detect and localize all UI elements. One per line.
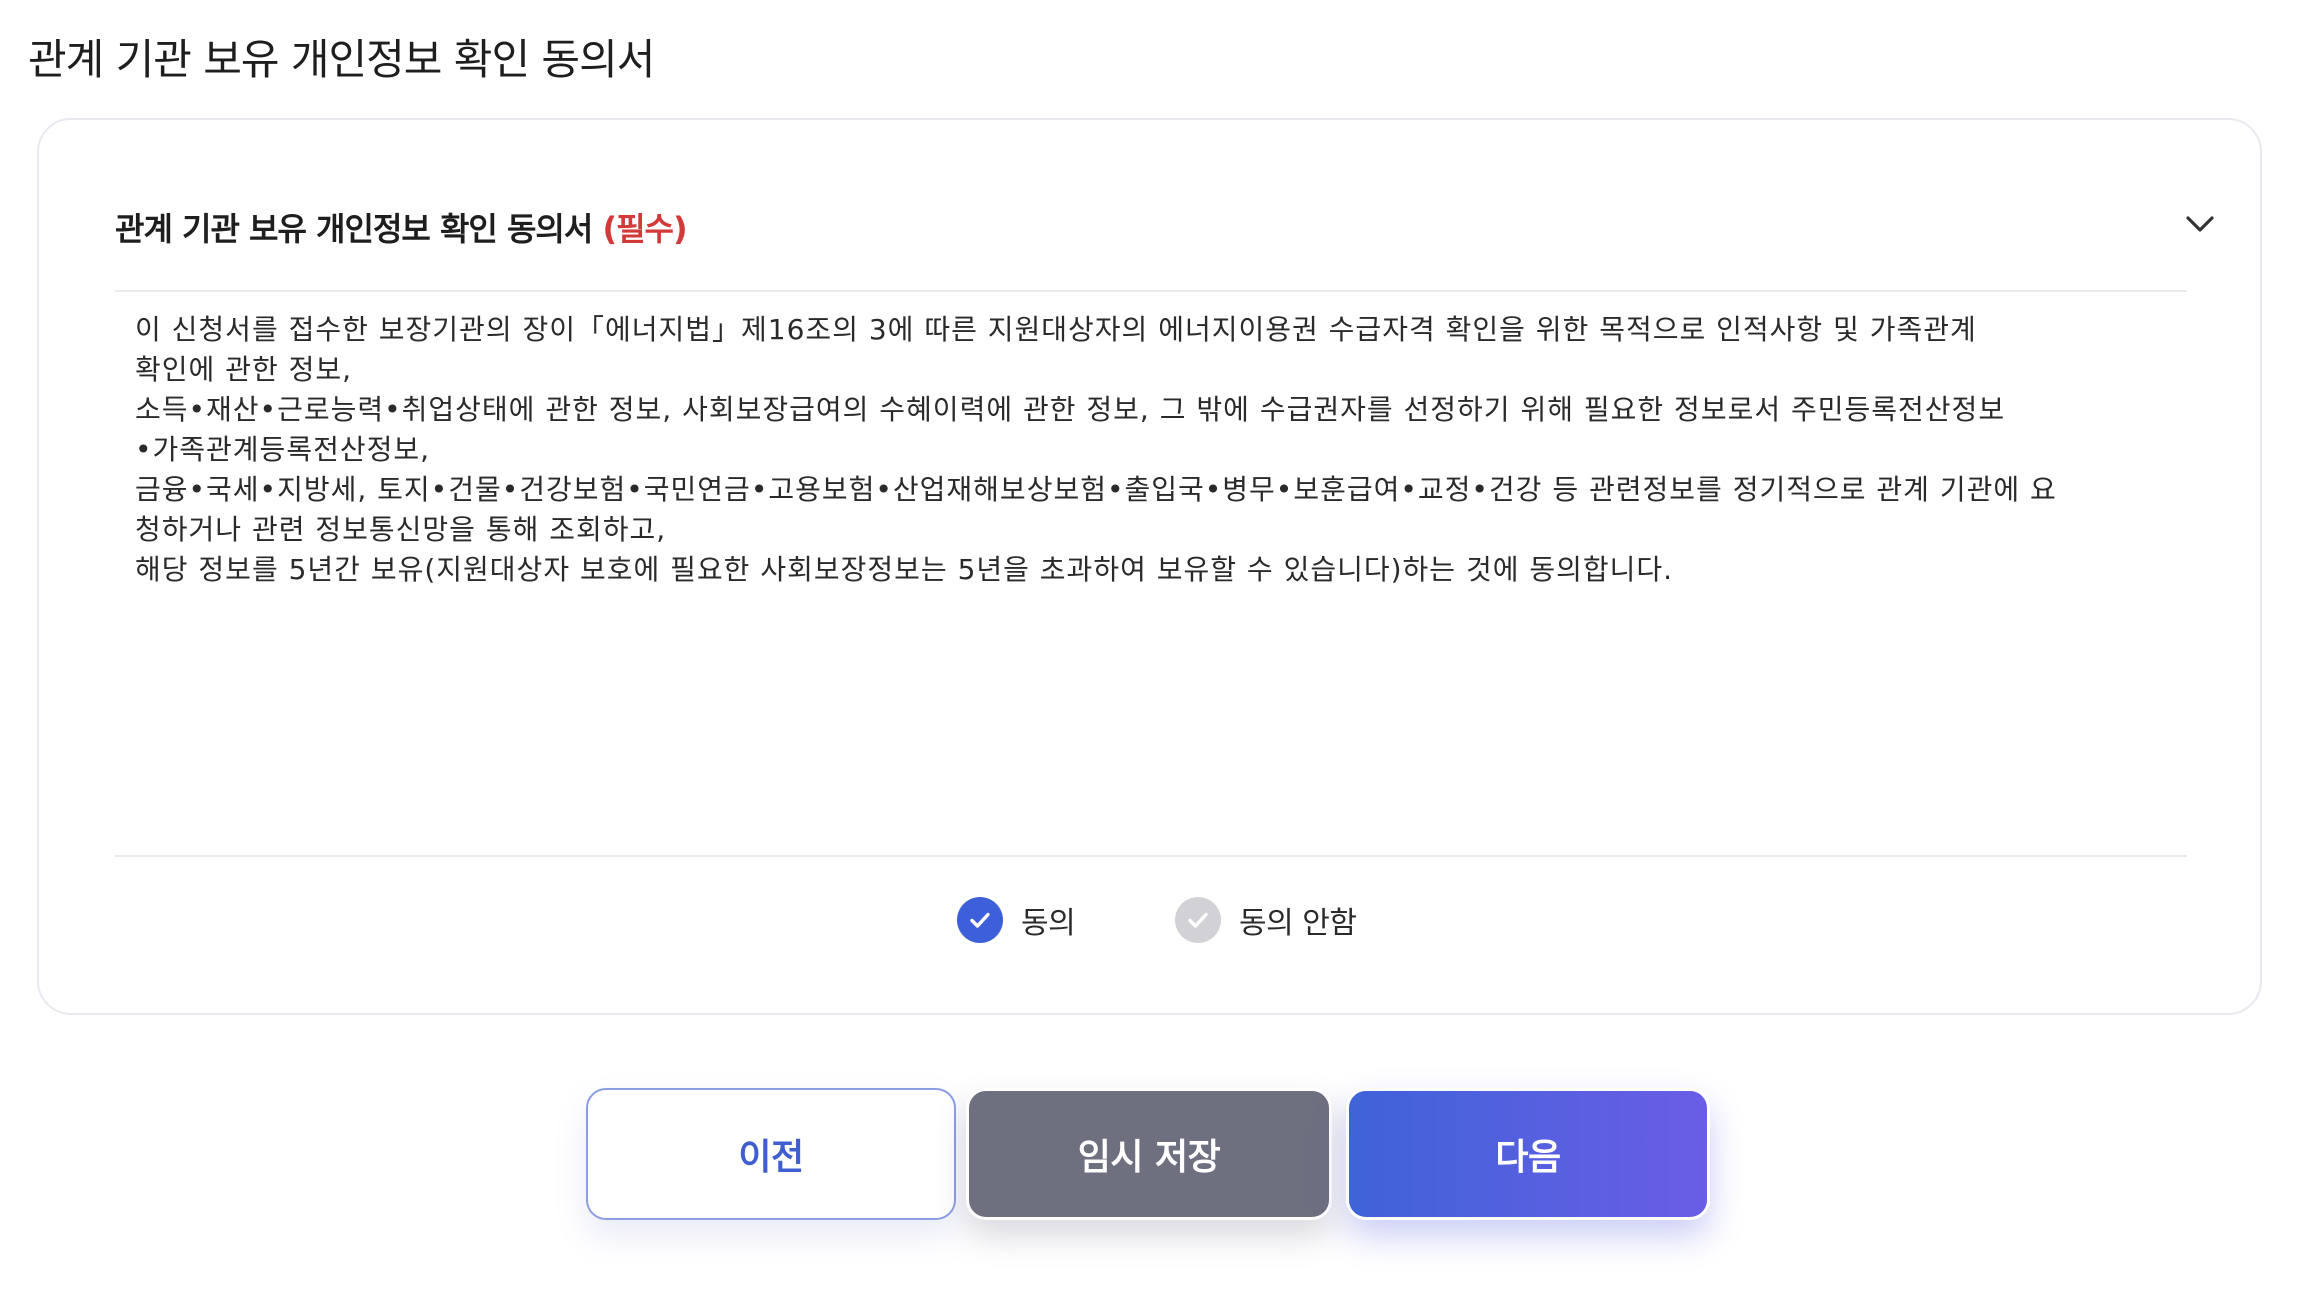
check-circle-icon: [957, 897, 1003, 943]
accordion-title-text: 관계 기관 보유 개인정보 확인 동의서: [115, 210, 593, 248]
disagree-option[interactable]: 동의 안함: [1175, 892, 1357, 948]
check-circle-icon: [1175, 897, 1221, 943]
disagree-label: 동의 안함: [1239, 906, 1357, 941]
page-title: 관계 기관 보유 개인정보 확인 동의서: [28, 35, 655, 84]
consent-options: 동의 동의 안함: [39, 892, 2260, 948]
consent-line: 확인에 관한 정보,: [135, 353, 353, 386]
consent-line: 이 신청서를 접수한 보장기관의 장이「에너지법」제16조의 3에 따른 지원대…: [135, 313, 1977, 346]
agree-option[interactable]: 동의: [957, 892, 1076, 948]
consent-line: 해당 정보를 5년간 보유(지원대상자 보호에 필요한 사회보장정보는 5년을 …: [135, 553, 1674, 586]
save-draft-button[interactable]: 임시 저장: [966, 1088, 1332, 1220]
consent-page: 관계 기관 보유 개인정보 확인 동의서 관계 기관 보유 개인정보 확인 동의…: [0, 0, 2298, 1306]
consent-card: 관계 기관 보유 개인정보 확인 동의서 (필수) 이 신청서를 접수한 보장기…: [37, 118, 2262, 1015]
consent-line: 금융•국세•지방세, 토지•건물•건강보험•국민연금•고용보험•산업재해보상보험…: [135, 473, 2057, 506]
consent-line: 청하거나 관련 정보통신망을 통해 조회하고,: [135, 513, 667, 546]
chevron-down-icon[interactable]: [2177, 200, 2223, 246]
consent-line: •가족관계등록전산정보,: [135, 433, 431, 466]
accordion-title: 관계 기관 보유 개인정보 확인 동의서 (필수): [115, 204, 688, 250]
required-label: (필수): [602, 210, 687, 248]
divider: [115, 290, 2187, 292]
consent-body: 이 신청서를 접수한 보장기관의 장이「에너지법」제16조의 3에 따른 지원대…: [135, 310, 2210, 590]
accordion-header[interactable]: 관계 기관 보유 개인정보 확인 동의서 (필수): [115, 192, 2229, 262]
prev-button[interactable]: 이전: [586, 1088, 956, 1220]
divider: [115, 855, 2187, 857]
agree-label: 동의: [1021, 906, 1076, 941]
next-button[interactable]: 다음: [1346, 1088, 1710, 1220]
consent-line: 소득•재산•근로능력•취업상태에 관한 정보, 사회보장급여의 수혜이력에 관한…: [135, 393, 2006, 426]
